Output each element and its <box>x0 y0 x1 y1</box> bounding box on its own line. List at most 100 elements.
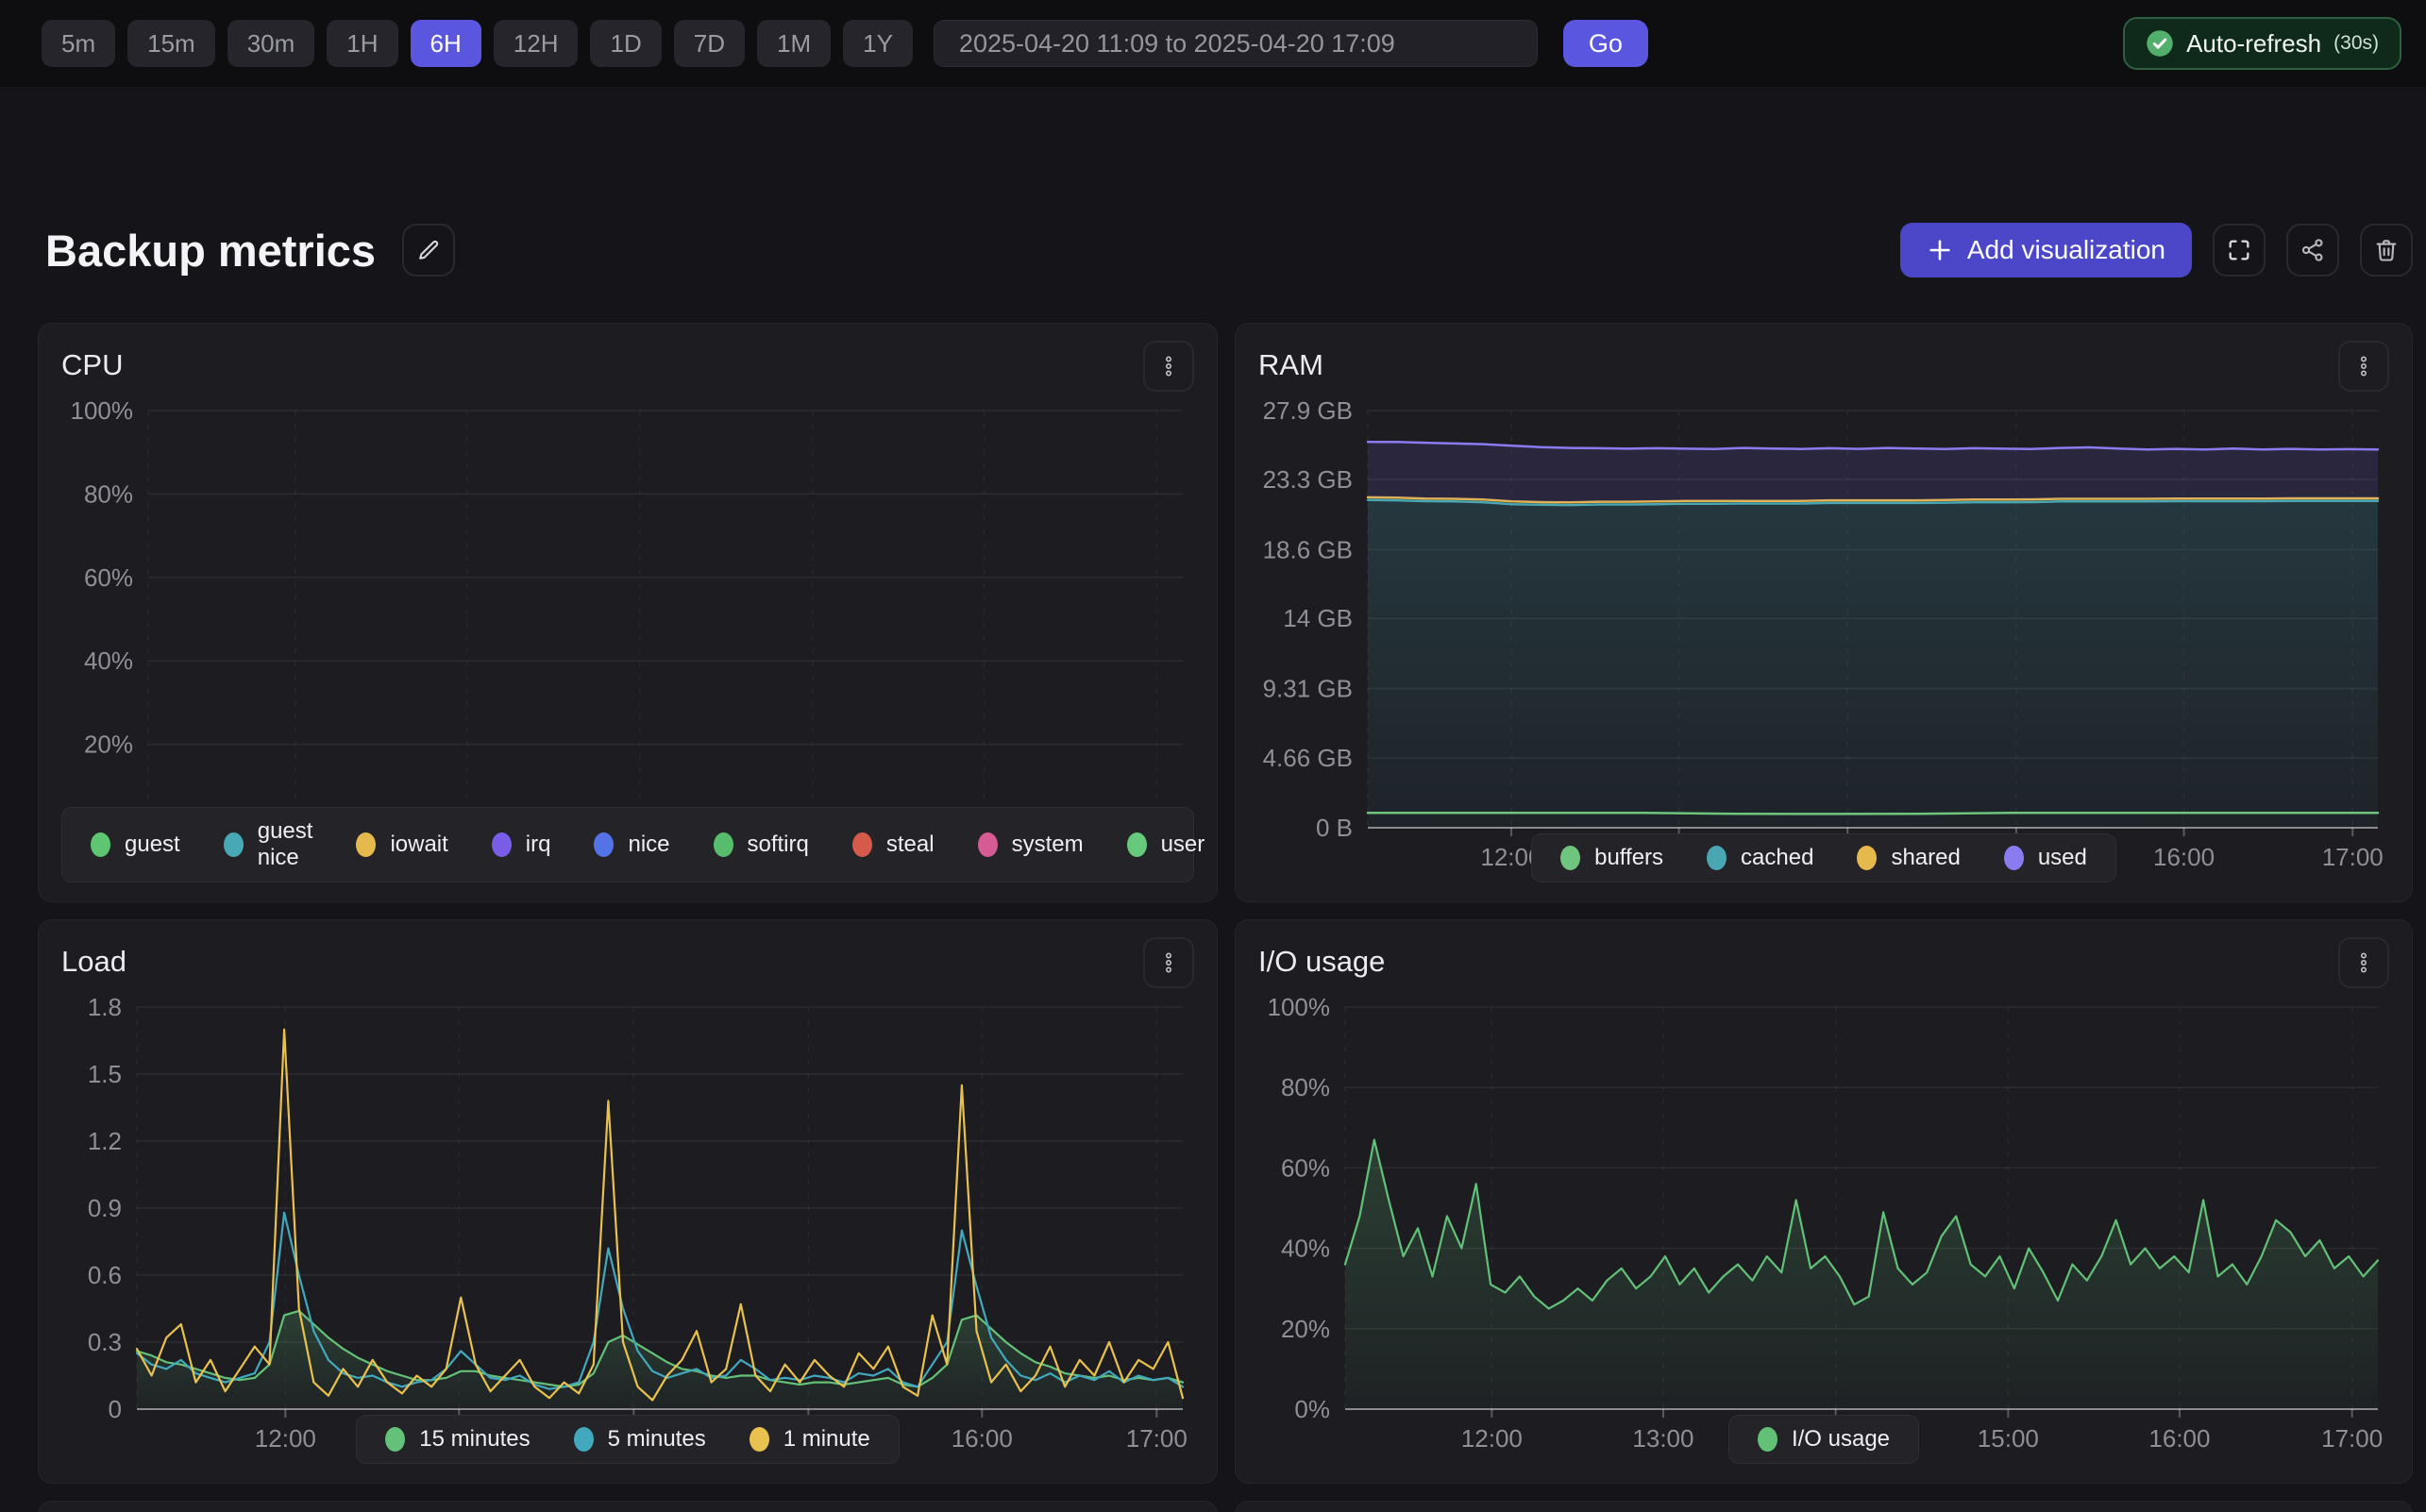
y-axis-tick-label: 18.6 GB <box>1263 535 1353 563</box>
range-button-30m[interactable]: 30m <box>227 20 315 67</box>
panel-header: I/O usage <box>1258 937 2389 994</box>
kebab-icon <box>1157 355 1180 378</box>
legend-item-1-minute[interactable]: 1 minute <box>750 1426 870 1453</box>
next-row-panel-cutoff <box>1235 1501 2413 1512</box>
ram-chart: 27.9 GB23.3 GB18.6 GB14 GB9.31 GB4.66 GB… <box>1258 397 2389 824</box>
edit-title-button[interactable] <box>402 224 455 277</box>
kebab-icon <box>2352 951 2375 974</box>
range-button-1m[interactable]: 1M <box>757 20 831 67</box>
y-axis-tick-label: 1.8 <box>88 994 122 1021</box>
legend-item-15-minutes[interactable]: 15 minutes <box>385 1426 530 1453</box>
legend-item-shared[interactable]: shared <box>1857 845 1960 871</box>
legend-item-user[interactable]: user <box>1127 832 1205 858</box>
panel-io-usage: I/O usage 100%80%60%40%20%0%12:0013:0014… <box>1235 919 2413 1484</box>
legend-item-cached[interactable]: cached <box>1707 845 1813 871</box>
panel-menu-button[interactable] <box>2338 937 2389 988</box>
y-axis-tick-label: 0.9 <box>88 1194 122 1222</box>
legend-label: softirq <box>748 832 809 858</box>
share-button[interactable] <box>2286 224 2339 277</box>
y-axis-tick-label: 4.66 GB <box>1263 744 1353 772</box>
add-visualization-label: Add visualization <box>1967 235 2165 265</box>
panel-ram: RAM 27.9 GB23.3 GB18.6 GB14 GB9.31 GB4.6… <box>1235 323 2413 902</box>
top-toolbar: 5m 15m 30m 1H 6H 12H1D 7D 1M 1Y Go Auto-refresh … <box>0 0 2426 87</box>
legend-label: buffers <box>1594 845 1663 871</box>
panel-load: Load 1.81.51.20.90.60.3012:0013:0014:001… <box>38 919 1218 1484</box>
panel-menu-button[interactable] <box>2338 341 2389 392</box>
legend-item-buffers[interactable]: buffers <box>1560 845 1663 871</box>
panel-title: Load <box>61 945 126 979</box>
ram-chart-canvas: 27.9 GB23.3 GB18.6 GB14 GB9.31 GB4.66 GB… <box>1258 397 2389 873</box>
y-axis-tick-label: 9.31 GB <box>1263 675 1353 703</box>
dashboard-grid: CPU 100%80%60%40%20%0%12:0013:0014:0015:… <box>38 323 2413 1512</box>
panel-header: Load <box>61 937 1194 994</box>
y-axis-tick-label: 60% <box>84 563 133 592</box>
range-button-1h[interactable]: 1H <box>327 20 397 67</box>
y-axis-tick-label: 80% <box>84 479 133 508</box>
legend-item-iowait[interactable]: iowait <box>356 832 447 858</box>
legend-label: 15 minutes <box>419 1426 530 1453</box>
check-circle-icon <box>2146 29 2174 58</box>
kebab-icon <box>2352 355 2375 378</box>
range-button-15m[interactable]: 15m <box>127 20 215 67</box>
y-axis-tick-label: 1.5 <box>88 1060 122 1088</box>
add-visualization-button[interactable]: Add visualization <box>1900 223 2192 277</box>
legend-color-dot <box>750 1427 769 1452</box>
y-axis-tick-label: 14 GB <box>1283 604 1353 632</box>
delete-dashboard-button[interactable] <box>2360 224 2413 277</box>
legend-item-used[interactable]: used <box>2004 845 2087 871</box>
legend-color-dot <box>1560 846 1580 870</box>
load-legend-pill: 15 minutes 5 minutes 1 minute <box>356 1415 900 1464</box>
range-button-12h[interactable]: 12H <box>494 20 579 67</box>
legend-label: steal <box>886 832 935 858</box>
legend-color-dot <box>1707 846 1727 870</box>
load-legend: 15 minutes 5 minutes 1 minute <box>61 1415 1194 1464</box>
load-chart-canvas: 1.81.51.20.90.60.3012:0013:0014:0015:001… <box>61 994 1194 1454</box>
io-usage-chart: 100%80%60%40%20%0%12:0013:0014:0015:0016… <box>1258 994 2389 1405</box>
legend-label: user <box>1161 832 1205 858</box>
go-button[interactable]: Go <box>1563 20 1648 67</box>
legend-color-dot <box>574 1427 594 1452</box>
range-button-1y[interactable]: 1Y <box>843 20 913 67</box>
y-axis-tick-label: 100% <box>71 397 134 425</box>
date-range-input[interactable] <box>934 20 1538 67</box>
legend-item-5-minutes[interactable]: 5 minutes <box>574 1426 706 1453</box>
legend-color-dot <box>385 1427 405 1452</box>
legend-item-steal[interactable]: steal <box>852 832 935 858</box>
panel-menu-button[interactable] <box>1143 341 1194 392</box>
range-button-5m[interactable]: 5m <box>42 20 115 67</box>
auto-refresh-interval: (30s) <box>2333 32 2379 55</box>
legend-color-dot <box>224 832 244 857</box>
legend-item-system[interactable]: system <box>978 832 1084 858</box>
y-axis-tick-label: 27.9 GB <box>1263 397 1353 425</box>
range-button-6h[interactable]: 6H <box>411 20 481 67</box>
y-axis-tick-label: 0.3 <box>88 1328 122 1356</box>
auto-refresh-label: Auto-refresh <box>2186 29 2321 59</box>
legend-item-guest[interactable]: guest <box>91 832 180 858</box>
panel-cpu: CPU 100%80%60%40%20%0%12:0013:0014:0015:… <box>38 323 1218 902</box>
legend-item-guest-nice[interactable]: guest nice <box>224 818 313 871</box>
legend-item-i-o-usage[interactable]: I/O usage <box>1758 1426 1890 1453</box>
legend-item-nice[interactable]: nice <box>594 832 669 858</box>
y-axis-tick-label: 0.6 <box>88 1261 122 1289</box>
legend-item-irq[interactable]: irq <box>492 832 551 858</box>
page-header: Backup metrics Add visualization <box>45 223 2413 277</box>
ram-legend: buffers cached shared used <box>1258 833 2389 882</box>
legend-label: 5 minutes <box>608 1426 706 1453</box>
legend-item-softirq[interactable]: softirq <box>714 832 809 858</box>
page-title: Backup metrics <box>45 225 376 277</box>
panel-menu-button[interactable] <box>1143 937 1194 988</box>
fullscreen-button[interactable] <box>2213 224 2266 277</box>
panel-title: CPU <box>61 348 123 382</box>
y-axis-tick-label: 80% <box>1281 1073 1330 1101</box>
load-chart: 1.81.51.20.90.60.3012:0013:0014:0015:001… <box>61 994 1194 1405</box>
range-button-7d[interactable]: 7D <box>674 20 745 67</box>
legend-label: I/O usage <box>1792 1426 1890 1453</box>
range-button-1d[interactable]: 1D <box>590 20 661 67</box>
time-range-toolbar: 5m 15m 30m 1H 6H 12H1D 7D 1M 1Y <box>42 20 913 67</box>
auto-refresh-toggle[interactable]: Auto-refresh (30s) <box>2123 17 2401 70</box>
legend-color-dot <box>1758 1427 1777 1452</box>
legend-color-dot <box>852 832 872 857</box>
cpu-chart: 100%80%60%40%20%0%12:0013:0014:0015:0016… <box>61 397 1194 798</box>
legend-label: shared <box>1891 845 1960 871</box>
y-axis-tick-label: 20% <box>84 731 133 759</box>
